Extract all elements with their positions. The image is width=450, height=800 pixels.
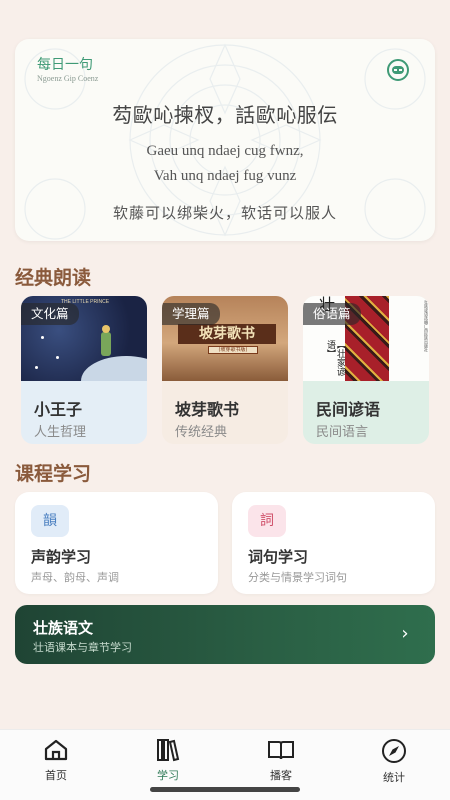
nav-item-podcast[interactable]: 播客 [225,738,337,784]
cover-subtext: 【壮家谚语】 [325,340,345,376]
home-indicator [150,787,300,792]
prince-figure [101,325,111,356]
books-icon [157,739,180,762]
section-heading-course-learning: 课程学习 [15,463,92,485]
chevron-right-icon: › [401,623,409,644]
compass-icon [382,739,406,763]
nav-item-study[interactable]: 学习 [112,738,224,784]
star-decoration [35,366,38,369]
card-title: 民间谚语 [316,400,381,419]
toggle-icon[interactable] [387,59,409,81]
nav-item-home[interactable]: 首页 [0,738,112,784]
open-book-icon [268,741,294,760]
cover-text: 坡芽歌书 [178,324,276,344]
star-decoration [41,336,44,339]
quote-subtitle: Ngoenz Gip Coenz [37,74,99,83]
quote-title: 每日一句 [37,57,93,73]
daily-quote-card[interactable]: 每日一句 Ngoenz Gip Coenz 芶歐吣揀杈，話歐吣服伝 Gaeu u… [15,39,435,241]
quote-zhuang-text: 芶歐吣揀杈，話歐吣服伝 [112,103,338,127]
reading-card-folk-proverbs[interactable]: 壮 【壮家谚语】 壮族谚语选编广西民族出版社 俗语篇 民间谚语 民间语言 [303,296,429,444]
word-icon: 詞 [248,505,286,537]
card-desc: 传统经典 [175,425,228,440]
section-heading-classic-reading: 经典朗读 [15,267,92,289]
rhyme-icon: 韻 [31,505,69,537]
star-decoration [56,356,59,359]
course-title: 声韵学习 [31,548,92,566]
home-icon [44,739,68,761]
course-card-phonetics[interactable]: 韻 声韵学习 声母、韵母、声调 [15,492,218,594]
reading-card-little-prince[interactable]: THE LITTLE PRINCE 文化篇 小王子 人生哲理 [21,296,147,444]
cover-side-text: 壮族谚语选编广西民族出版社 [424,300,429,352]
quote-chinese-translation: 软藤可以绑柴火，软话可以服人 [112,204,337,222]
nav-label: 学习 [157,769,179,782]
reading-card-poya-songbook[interactable]: 坡芽歌书 (坡芽歌书版) 学理篇 坡芽歌书 传统经典 [162,296,288,444]
nav-item-stats[interactable]: 统计 [338,738,450,784]
planet-illustration [81,356,147,381]
card-title: 坡芽歌书 [175,400,240,419]
banner-desc: 壮语课本与章节学习 [33,641,132,654]
card-desc: 人生哲理 [34,425,87,440]
category-badge: 学理篇 [162,303,220,325]
banner-title: 壮族语文 [33,619,94,637]
category-badge: 文化篇 [21,303,79,325]
nav-label: 播客 [270,769,292,782]
category-badge: 俗语篇 [303,303,361,325]
card-desc: 民间语言 [316,425,369,440]
zhuang-language-banner[interactable]: 壮族语文 壮语课本与章节学习 › [15,605,435,664]
quote-romanized-line-2: Vah unq ndaej fug vunz [153,168,297,184]
course-card-vocabulary[interactable]: 詞 词句学习 分类与情景学习词句 [232,492,435,594]
course-title: 词句学习 [248,548,309,566]
course-desc: 声母、韵母、声调 [31,571,119,584]
cover-subtext: (坡芽歌书版) [208,346,258,354]
course-desc: 分类与情景学习词句 [248,571,347,584]
card-title: 小王子 [34,400,83,419]
quote-romanized-line-1: Gaeu unq ndaej cug fwnz, [146,143,304,159]
nav-label: 首页 [45,769,67,782]
nav-label: 统计 [383,771,405,784]
